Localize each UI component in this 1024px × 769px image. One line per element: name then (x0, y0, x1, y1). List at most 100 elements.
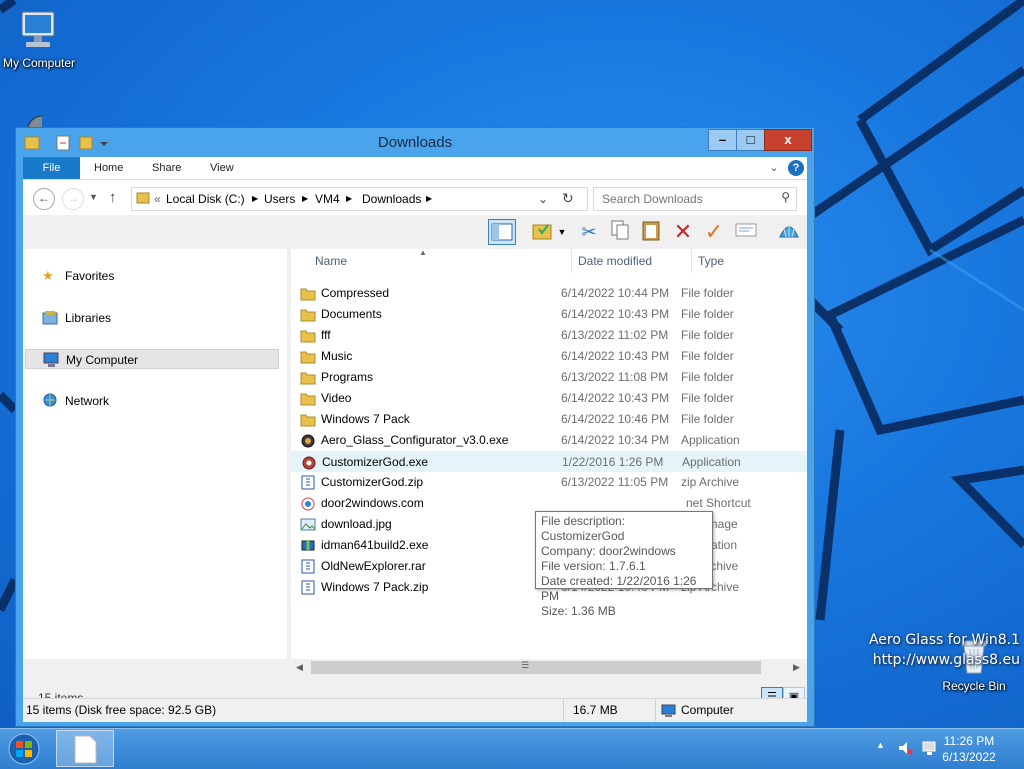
gear-app-icon (301, 455, 317, 470)
file-row[interactable]: Documents 6/14/2022 10:43 PM File folder (291, 304, 807, 325)
folder-options-button[interactable] (529, 219, 557, 245)
folder-icon (300, 307, 316, 322)
file-row[interactable]: fff 6/13/2022 11:02 PM File folder (291, 325, 807, 346)
tab-share[interactable]: Share (152, 157, 181, 179)
file-date-modified: 1/22/2016 1:26 PM (562, 455, 664, 469)
file-row[interactable]: Compressed 6/14/2022 10:44 PM File folder (291, 283, 807, 304)
tab-view[interactable]: View (210, 157, 234, 179)
file-row[interactable]: Windows 7 Pack 6/14/2022 10:46 PM File fol… (291, 409, 807, 430)
file-name: idman641build2.exe (321, 538, 429, 552)
show-hidden-icons-button[interactable]: ▲ (876, 740, 885, 750)
nav-item-favorites[interactable]: ★ Favorites (25, 266, 279, 286)
nav-item-network[interactable]: Network (25, 391, 279, 411)
file-row[interactable]: Programs 6/13/2022 11:08 PM File folder (291, 367, 807, 388)
taskbar-button-explorer[interactable] (56, 730, 114, 767)
scrollbar-thumb[interactable]: ☰ (311, 660, 761, 674)
scroll-right-icon[interactable]: ▶ (789, 660, 804, 675)
address-bar[interactable]: « Local Disk (C:) ▶ Users ▶ VM4 ▶ Downlo… (131, 187, 588, 211)
maximize-button[interactable]: □ (736, 129, 765, 151)
breadcrumb-separator-icon[interactable]: ▶ (302, 194, 308, 203)
chevron-down-icon[interactable]: ⌄ (766, 160, 782, 176)
pane-icon (491, 223, 513, 241)
tab-home[interactable]: Home (94, 157, 123, 179)
refresh-icon: ↻ (562, 190, 574, 206)
file-row[interactable]: Music 6/14/2022 10:43 PM File folder (291, 346, 807, 367)
tab-file[interactable]: File (23, 157, 80, 179)
breadcrumb-separator-icon[interactable]: ▶ (252, 194, 258, 203)
arrow-left-icon: ← (38, 191, 50, 205)
title-bar[interactable]: Downloads – □ x (16, 128, 814, 157)
grip-icon: ☰ (521, 660, 530, 670)
help-icon[interactable]: ? (788, 160, 804, 176)
preview-pane-button[interactable] (488, 219, 516, 245)
minimize-button[interactable]: – (708, 129, 737, 151)
up-button[interactable]: ↑ (109, 189, 117, 206)
horizontal-scrollbar[interactable]: ◀ ☰ ▶ (291, 659, 807, 676)
close-button[interactable]: x (764, 129, 812, 151)
copy-button[interactable] (606, 219, 634, 245)
recent-locations-button[interactable]: ▼ (89, 192, 98, 202)
file-type: File folder (681, 391, 734, 405)
refresh-button[interactable]: ↻ (562, 190, 574, 207)
navigation-pane: ★ Favorites Libraries My Computer Networ… (23, 249, 287, 659)
desktop-icon-label: My Computer (2, 56, 76, 70)
file-type: Application (682, 455, 741, 469)
file-date-modified: 6/14/2022 10:43 PM (561, 391, 670, 405)
breadcrumb-local-disk[interactable]: Local Disk (C:) (166, 192, 245, 206)
desktop-icon-my-computer[interactable]: My Computer (0, 8, 84, 70)
address-history-button[interactable]: ⌄ (538, 192, 548, 206)
volume-muted-icon[interactable] (897, 740, 913, 759)
scroll-left-icon[interactable]: ◀ (292, 660, 307, 675)
properties-button[interactable] (732, 219, 760, 245)
search-box[interactable]: ⚲ (593, 187, 797, 211)
breadcrumb-downloads[interactable]: Downloads (362, 192, 421, 206)
column-header-date-modified[interactable]: Date modified (572, 249, 692, 273)
system-clock[interactable]: 11:26 PM 6/13/2022 (934, 733, 1004, 765)
file-type: File folder (681, 286, 734, 300)
computer-icon (661, 703, 677, 725)
breadcrumb-vm4[interactable]: VM4 (315, 192, 340, 206)
search-input[interactable] (600, 190, 774, 208)
tooltip-line: File description: CustomizerGod (541, 514, 626, 543)
folder-icon (300, 391, 316, 406)
clock-time: 11:26 PM (943, 734, 995, 748)
star-icon: ★ (42, 268, 54, 283)
start-button[interactable] (6, 732, 42, 766)
file-row[interactable]: CustomizerGod.exe 1/22/2016 1:26 PM Applic… (291, 451, 807, 472)
file-date-modified: 6/14/2022 10:34 PM (561, 433, 670, 447)
file-row[interactable]: Video 6/14/2022 10:43 PM File folder (291, 388, 807, 409)
file-name: Documents (321, 307, 382, 321)
file-date-modified: 6/13/2022 11:08 PM (561, 370, 669, 384)
search-icon[interactable]: ⚲ (781, 190, 790, 204)
file-date-modified: 6/14/2022 10:46 PM (561, 412, 670, 426)
tooltip-line: Date created: 1/22/2016 1:26 PM (541, 574, 697, 603)
folder-options-dropdown[interactable]: ▼ (555, 219, 569, 245)
installer-icon (300, 538, 316, 553)
image-icon (300, 517, 316, 532)
file-name: download.jpg (321, 517, 392, 531)
column-header-type[interactable]: Type (692, 249, 807, 273)
breadcrumb-separator-icon[interactable]: ▶ (426, 194, 432, 203)
file-type: File folder (681, 349, 734, 363)
breadcrumb-users[interactable]: Users (264, 192, 295, 206)
file-row[interactable]: CustomizerGod.zip 6/13/2022 11:05 PM zip A… (291, 472, 807, 493)
file-name: Windows 7 Pack (321, 412, 410, 426)
explorer-window: Downloads – □ x File Home Share View ⌄ ?… (15, 127, 815, 727)
forward-button[interactable]: → (62, 188, 84, 210)
breadcrumb-overflow[interactable]: « (154, 192, 161, 206)
shell-button[interactable] (775, 219, 803, 245)
back-button[interactable]: ← (33, 188, 55, 210)
cut-button[interactable]: ✂ (575, 219, 603, 245)
file-row[interactable]: Aero_Glass_Configurator_v3.0.exe 6/14/202… (291, 430, 807, 451)
breadcrumb-separator-icon[interactable]: ▶ (346, 194, 352, 203)
delete-button[interactable]: ✕ (669, 219, 697, 245)
scissors-icon: ✂ (581, 222, 597, 242)
file-name: Aero_Glass_Configurator_v3.0.exe (321, 433, 509, 447)
rename-button[interactable]: ✓ (700, 219, 728, 245)
nav-item-libraries[interactable]: Libraries (25, 308, 279, 328)
nav-item-my-computer[interactable]: My Computer (25, 349, 279, 369)
file-date-modified: 6/14/2022 10:43 PM (561, 307, 670, 321)
file-date-modified: 6/13/2022 11:05 PM (561, 475, 669, 489)
column-header-name[interactable]: Name (309, 249, 572, 273)
paste-button[interactable] (637, 219, 665, 245)
